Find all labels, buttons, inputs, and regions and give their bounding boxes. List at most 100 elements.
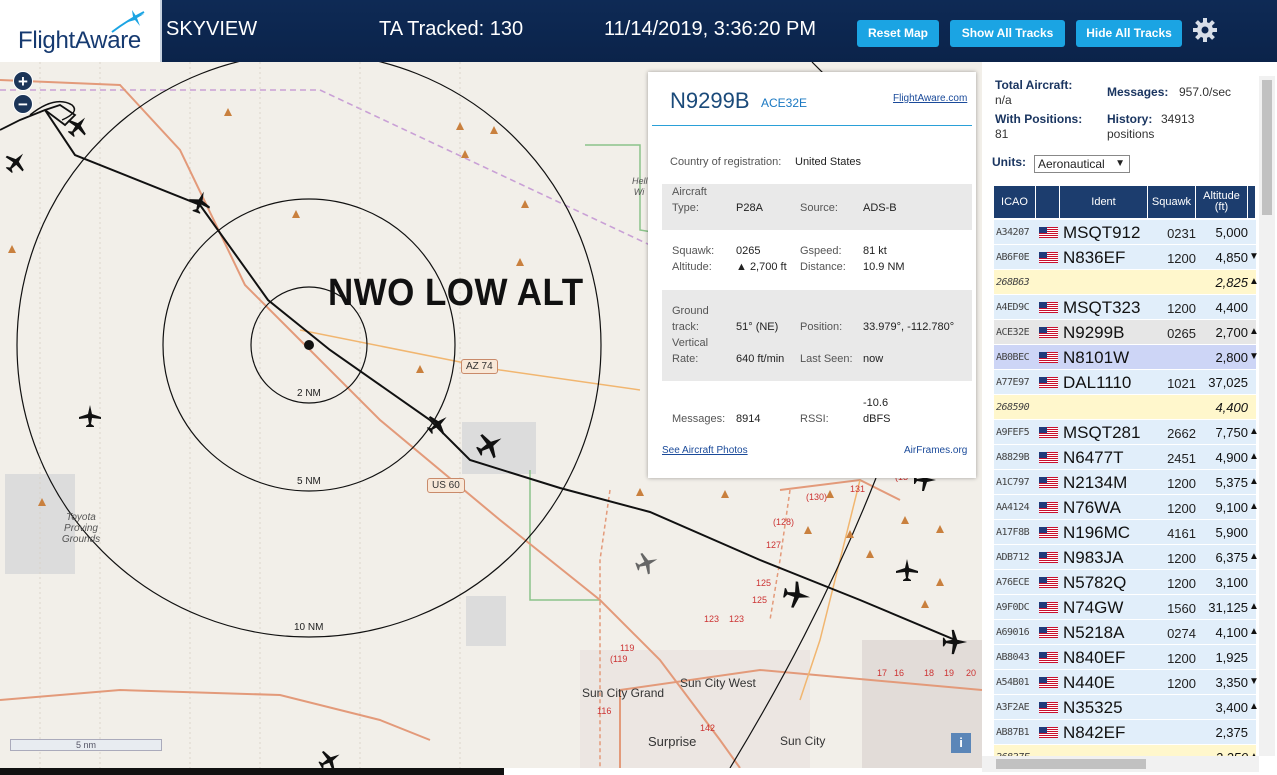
col-squawk[interactable]: Squawk <box>1148 186 1196 218</box>
reset-map-button[interactable]: Reset Map <box>857 20 939 47</box>
rssi-label: RSSI: <box>800 413 829 425</box>
table-row[interactable]: A9F0DC N74GW 1560 31,125 ▲ <box>994 595 1259 620</box>
plane-icon[interactable] <box>896 559 918 581</box>
table-row[interactable]: AB8043 N840EF 1200 1,925 <box>994 645 1256 670</box>
row-altitude: 7,750 <box>1215 425 1248 440</box>
ground-track-label: track: <box>672 321 699 333</box>
plane-icon[interactable] <box>79 405 101 427</box>
row-icao: A9FEF5 <box>996 427 1030 438</box>
table-row[interactable]: A77E97 DAL1110 1021 37,025 <box>994 370 1256 395</box>
with-positions-label: With Positions: <box>995 112 1083 126</box>
col-ident[interactable]: Ident <box>1060 186 1148 218</box>
row-ident: MSQT912 <box>1063 223 1141 242</box>
table-row[interactable]: A3F2AE N35325 3,400 ▲ <box>994 695 1259 720</box>
row-icao: A8829B <box>996 452 1030 463</box>
col-extra[interactable] <box>1248 186 1256 218</box>
landmark-label: Hell Wi <box>632 176 648 197</box>
town-label: Sun City West <box>680 676 756 690</box>
country-value: United States <box>795 156 862 168</box>
vertical-rate-label: Vertical <box>672 337 709 349</box>
row-ident: MSQT323 <box>1063 298 1141 317</box>
landmark-label: Toyota Proving Grounds <box>61 512 101 545</box>
row-icao: A17F8B <box>996 527 1030 538</box>
arterial-road <box>779 478 901 501</box>
distance-value: 10.9 NM <box>863 261 905 273</box>
zoom-out-button[interactable]: − <box>13 94 33 114</box>
table-row[interactable]: ACE32E N9299B 0265 2,700 ▲ <box>994 320 1259 345</box>
scrollbar-thumb[interactable] <box>996 759 1146 769</box>
aircraft-info-popup: N9299B ACE32E FlightAware.com Country of… <box>648 72 976 478</box>
zoom-in-button[interactable]: + <box>13 71 33 91</box>
col-altitude[interactable]: Altitude (ft) <box>1196 186 1248 218</box>
map-parcel <box>462 422 536 474</box>
us-flag-icon <box>1039 652 1058 663</box>
table-row[interactable]: A54B01 N440E 1200 3,350 ▼ <box>994 670 1259 695</box>
vertical-rate-value: 640 ft/min <box>736 353 785 365</box>
route-number: 18 <box>924 668 935 678</box>
row-ident: N840EF <box>1063 648 1126 667</box>
plane-icon[interactable] <box>782 580 813 611</box>
road-shield-us60: US 60 <box>427 478 465 493</box>
aircraft-type-value: P28A <box>736 202 763 214</box>
table-row[interactable]: A1C797 N2134M 1200 5,375 ▲ <box>994 470 1259 495</box>
aircraft-photos-link[interactable]: See Aircraft Photos <box>662 445 748 456</box>
gear-icon[interactable] <box>1192 17 1218 43</box>
col-icao[interactable]: ICAO <box>994 186 1036 218</box>
plane-icon[interactable] <box>315 745 345 768</box>
row-trend: ▲ <box>1249 501 1259 512</box>
info-button[interactable]: i <box>951 733 971 753</box>
table-row[interactable]: A4ED9C MSQT323 1200 4,400 <box>994 295 1256 320</box>
plane-icon[interactable] <box>633 549 661 577</box>
row-ident: N836EF <box>1063 248 1126 267</box>
table-row[interactable]: AB0BEC N8101W 2,800 ▼ <box>994 345 1259 370</box>
town-label: Sun City Grand <box>582 686 665 700</box>
row-ident: N5782Q <box>1063 573 1127 592</box>
vertical-scrollbar[interactable] <box>1259 76 1275 756</box>
bottom-bar <box>0 768 504 775</box>
us-flag-icon <box>1039 702 1058 713</box>
row-altitude: 9,100 <box>1215 500 1248 515</box>
total-aircraft-value: n/a <box>995 93 1012 107</box>
table-row[interactable]: A8829B N6477T 2451 4,900 ▲ <box>994 445 1259 470</box>
road-shield-az74: AZ 74 <box>461 359 498 374</box>
scrollbar-thumb[interactable] <box>1262 80 1272 215</box>
row-ident: N5218A <box>1063 623 1125 642</box>
hide-all-tracks-button[interactable]: Hide All Tracks <box>1076 20 1182 47</box>
table-row[interactable]: AB87B1 N842EF 2,375 <box>994 720 1256 745</box>
plane-icon[interactable] <box>1 147 32 178</box>
table-row[interactable]: 268B63 2,825 ▲ <box>994 270 1259 295</box>
chevron-down-icon: ▼ <box>1115 158 1125 169</box>
row-icao: 268B63 <box>996 277 1030 288</box>
table-row[interactable]: ADB712 N983JA 1200 6,375 ▲ <box>994 545 1259 570</box>
table-row[interactable]: 268590 4,400 <box>994 395 1256 420</box>
horizontal-scrollbar[interactable] <box>982 756 1259 772</box>
units-select[interactable]: Aeronautical ▼ <box>1034 155 1130 173</box>
show-all-tracks-button[interactable]: Show All Tracks <box>950 20 1065 47</box>
units-label: Units: <box>992 155 1026 169</box>
table-row[interactable]: A9FEF5 MSQT281 2662 7,750 ▲ <box>994 420 1259 445</box>
messages-rate-value: 957.0/sec <box>1179 85 1232 99</box>
row-ident: N440E <box>1063 673 1115 692</box>
row-ident: N196MC <box>1063 523 1131 542</box>
table-row[interactable]: A76ECE N5782Q 1200 3,100 <box>994 570 1256 595</box>
table-row[interactable]: AB6F0E N836EF 1200 4,850 ▼ <box>994 245 1259 270</box>
us-flag-icon <box>1039 327 1058 338</box>
row-icao: 268590 <box>996 402 1030 413</box>
row-ident: N9299B <box>1063 323 1125 342</box>
airframes-link[interactable]: AirFrames.org <box>904 445 967 456</box>
flightaware-logo[interactable]: FlightAware <box>0 0 162 62</box>
plane-icon[interactable] <box>63 111 94 142</box>
table-row[interactable]: AA4124 N76WA 1200 9,100 ▲ <box>994 495 1259 520</box>
flightaware-link[interactable]: FlightAware.com <box>893 93 967 104</box>
row-ident: N6477T <box>1063 448 1124 467</box>
table-row[interactable]: A17F8B N196MC 4161 5,900 <box>994 520 1256 545</box>
ground-track-value: 51° (NE) <box>736 321 779 333</box>
units-select-value: Aeronautical <box>1038 157 1105 171</box>
messages-value: 8914 <box>736 413 761 425</box>
airspace-boundary <box>0 89 651 246</box>
table-row[interactable]: A34207 MSQT912 0231 5,000 <box>994 220 1256 245</box>
col-flag[interactable] <box>1036 186 1060 218</box>
us-flag-icon <box>1039 627 1058 638</box>
table-row[interactable]: A69016 N5218A 0274 4,100 ▲ <box>994 620 1259 645</box>
messages-label: Messages: <box>672 413 726 425</box>
